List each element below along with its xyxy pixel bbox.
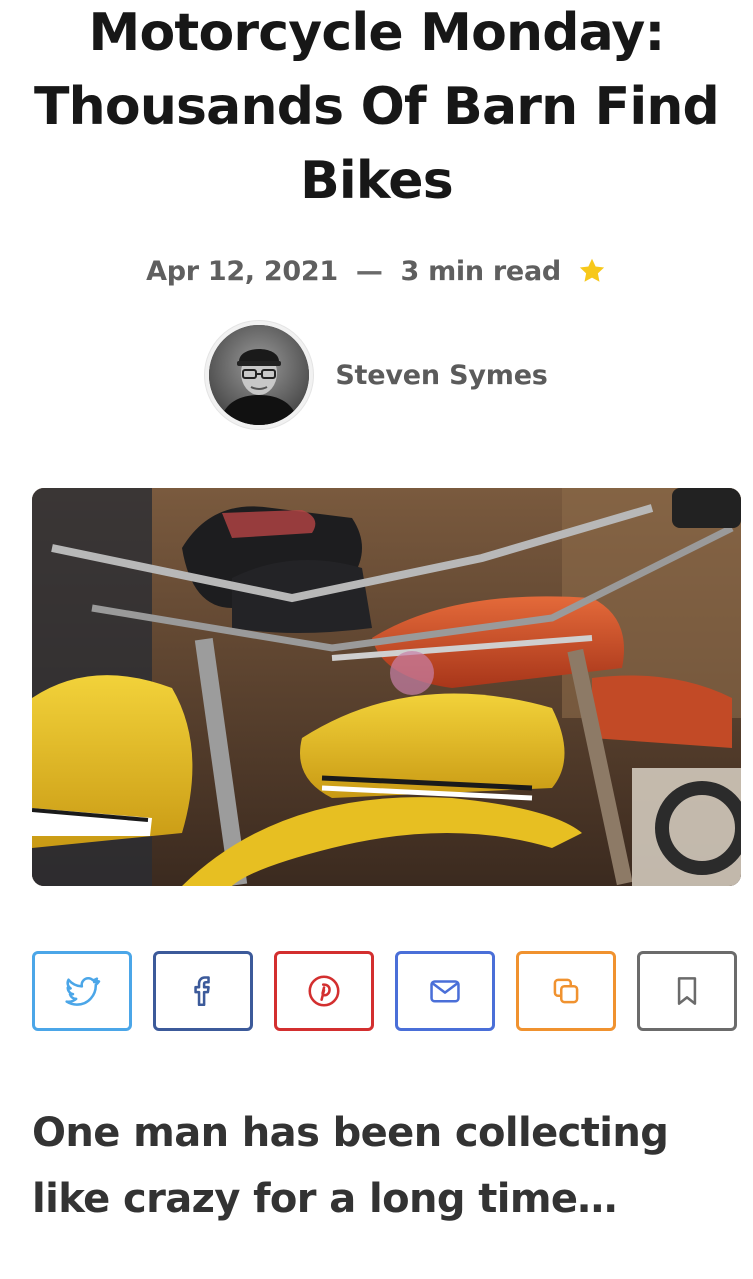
- read-time: 3 min read: [400, 255, 562, 287]
- author-avatar[interactable]: [205, 321, 314, 429]
- pinterest-icon: [308, 975, 340, 1007]
- twitter-share-button[interactable]: [32, 951, 132, 1031]
- author-byline[interactable]: Steven Symes: [0, 321, 753, 429]
- facebook-icon: [194, 976, 210, 1007]
- share-bar: [32, 951, 741, 1037]
- author-name[interactable]: Steven Symes: [335, 360, 548, 391]
- article-lead: One man has been collecting like crazy f…: [32, 1110, 669, 1222]
- email-share-button[interactable]: [395, 951, 495, 1031]
- bookmark-icon: [677, 977, 697, 1005]
- copy-link-button[interactable]: [516, 951, 616, 1031]
- twitter-icon: [65, 976, 101, 1006]
- meta-separator: —: [355, 255, 383, 287]
- facebook-share-button[interactable]: [153, 951, 253, 1031]
- article-page: Motorcycle Monday: Thousands Of Barn Fin…: [0, 0, 753, 1279]
- publish-date: Apr 12, 2021: [146, 255, 338, 287]
- article-meta: Apr 12, 2021 — 3 min read: [0, 249, 753, 293]
- star-icon: [577, 256, 607, 286]
- bookmark-button[interactable]: [637, 951, 737, 1031]
- copy-icon: [553, 978, 579, 1004]
- mail-icon: [430, 980, 460, 1003]
- hero-image: [32, 488, 741, 886]
- pinterest-share-button[interactable]: [274, 951, 374, 1031]
- article-title: Motorcycle Monday: Thousands Of Barn Fin…: [34, 3, 720, 211]
